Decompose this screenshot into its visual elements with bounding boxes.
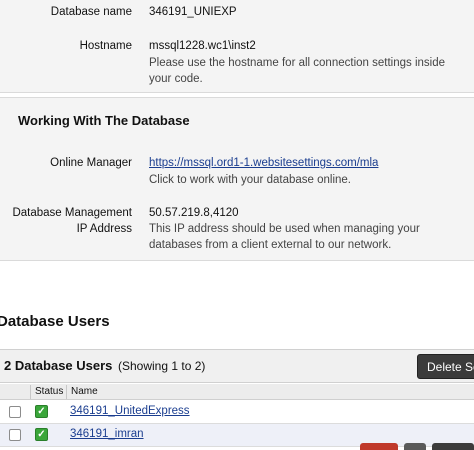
taskbar-fragment [360, 443, 398, 450]
hostname-help-line1: Please use the hostname for all connecti… [149, 57, 445, 69]
management-ip-label-line1: Database Management [12, 207, 132, 219]
online-manager-label: Online Manager [50, 157, 132, 169]
name-column-header[interactable]: Name [71, 386, 98, 397]
delete-selected-button[interactable]: Delete Se [417, 354, 474, 379]
status-column-header[interactable]: Status [35, 386, 63, 397]
header-separator [30, 385, 31, 399]
management-ip-help-line1: This IP address should be used when mana… [149, 223, 420, 235]
header-separator [66, 385, 67, 399]
management-ip-value: 50.57.219.8,4120 [149, 207, 239, 219]
management-ip-label-line2: IP Address [76, 223, 132, 235]
management-ip-help-line2: databases from a client external to our … [149, 239, 392, 251]
row-select-checkbox[interactable] [9, 406, 21, 418]
hostname-value: mssql1228.wc1\inst2 [149, 40, 256, 52]
working-section-title: Working With The Database [18, 113, 190, 128]
user-name-link[interactable]: 346191_imran [70, 428, 144, 440]
database-name-label: Database name [50, 6, 132, 18]
hostname-help-line2: your code. [149, 73, 203, 85]
taskbar-fragment [404, 443, 426, 450]
taskbar-fragment [432, 443, 474, 450]
user-name-link[interactable]: 346191_UnitedExpress [70, 405, 190, 417]
database-name-value: 346191_UNIEXP [149, 6, 237, 18]
users-count: 2 Database Users [4, 358, 113, 373]
checkmark-icon: ✓ [35, 405, 48, 418]
row-select-checkbox[interactable] [9, 429, 21, 441]
checkmark-icon: ✓ [35, 428, 48, 441]
database-users-heading: Database Users [0, 313, 110, 330]
online-manager-help: Click to work with your database online. [149, 174, 351, 186]
online-manager-link[interactable]: https://mssql.ord1-1.websitesettings.com… [149, 155, 378, 171]
users-showing-range: (Showing 1 to 2) [118, 359, 206, 373]
hostname-label: Hostname [79, 40, 132, 52]
